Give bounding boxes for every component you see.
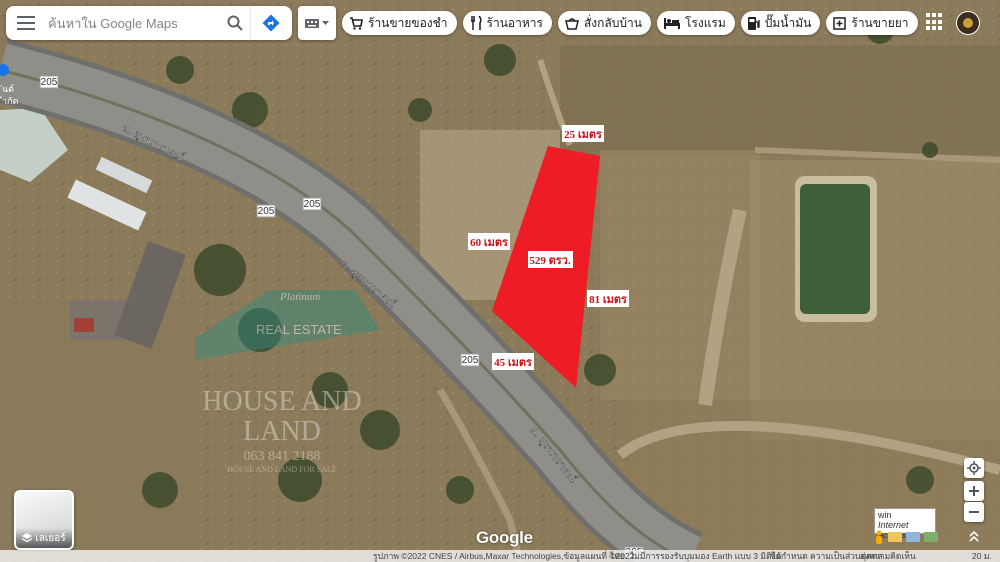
attribution-bar: รูปภาพ ©2022 CNES / Airbus,Maxar Technol… xyxy=(0,550,1000,562)
category-chips: ร้านขายของชำ ร้านอาหาร สั่งกลับบ้าน โรงแ… xyxy=(342,11,918,35)
zoom-out-button[interactable] xyxy=(964,502,984,522)
plot-bottom-side-label: 45 เมตร xyxy=(494,357,532,369)
earth-notice: ไม่มีการรองรับบุมมอง Earth แบบ 3 มิติได้ xyxy=(630,551,782,561)
search-box xyxy=(6,6,292,40)
country-label[interactable]: ไทย xyxy=(610,550,625,562)
place-label: ันต์ xyxy=(0,83,14,94)
chevron-down-icon xyxy=(322,20,329,25)
place-label: ำกัด xyxy=(0,96,19,106)
menu-icon[interactable] xyxy=(6,6,46,40)
chip-label: สั่งกลับบ้าน xyxy=(583,15,642,30)
bed-icon xyxy=(663,17,680,29)
chip-gas[interactable]: ปั๊มน้ำมัน xyxy=(740,11,821,35)
chip-restaurant[interactable]: ร้านอาหาร xyxy=(462,11,552,35)
scale-label: 20 ม. xyxy=(972,551,992,561)
my-location-button[interactable] xyxy=(964,458,984,478)
system-tray xyxy=(874,528,958,546)
photo-icon[interactable] xyxy=(924,532,938,542)
chip-pharmacy[interactable]: ร้านขายยา xyxy=(826,11,918,35)
plot-top-side-label: 25 เมตร xyxy=(564,129,602,141)
road-number: 205 xyxy=(41,77,58,88)
chip-hotel[interactable]: โรงแรม xyxy=(656,11,735,35)
tooltip-line1: win xyxy=(878,510,892,520)
layers-icon xyxy=(22,533,33,543)
watermark-line2: LAND xyxy=(243,416,321,447)
plot-right-side-label: 81 เมตร xyxy=(589,294,627,306)
plot-area-label: 529 ตรว. xyxy=(529,255,570,267)
terms-link[interactable]: ข้อกำหนด xyxy=(770,550,808,562)
minus-icon xyxy=(969,511,979,513)
apps-grid-icon[interactable] xyxy=(926,13,944,31)
takeout-icon xyxy=(564,17,579,30)
satellite-map[interactable]: 205 205 205 205 205 ถ. สุรนารายณ์ ถ. สุร… xyxy=(0,0,1000,562)
pegman-icon[interactable] xyxy=(874,530,884,544)
chip-takeout[interactable]: สั่งกลับบ้าน xyxy=(557,11,651,35)
google-logo: Google xyxy=(476,528,533,547)
monitor-icon[interactable] xyxy=(906,532,920,542)
expand-up-icon[interactable] xyxy=(966,528,982,544)
plus-icon xyxy=(969,486,979,496)
watermark-sub: REAL ESTATE xyxy=(256,322,342,337)
imagery-attribution: รูปภาพ ©2022 CNES / Airbus,Maxar Technol… xyxy=(373,551,635,561)
plot-left-side-label: 60 เมตร xyxy=(470,237,508,249)
utensils-icon xyxy=(470,16,482,30)
chip-label: ร้านขายของชำ xyxy=(368,15,448,30)
watermark-line1: HOUSE AND xyxy=(202,386,361,417)
chip-label: ร้านขายยา xyxy=(851,15,909,30)
watermark-phone: 063 841 2188 xyxy=(244,449,321,464)
feedback-link[interactable]: ส่งความคิดเห็น xyxy=(860,550,916,562)
road-number: 205 xyxy=(258,206,275,217)
search-icon[interactable] xyxy=(220,6,250,40)
layers-label: เลเยอร์ xyxy=(35,532,66,544)
keyboard-icon xyxy=(305,18,319,28)
gas-icon xyxy=(747,17,760,30)
input-tools-button[interactable] xyxy=(298,6,336,40)
crosshair-icon xyxy=(967,461,981,475)
chip-label: ร้านอาหาร xyxy=(486,15,543,30)
road-number: 205 xyxy=(462,355,479,366)
directions-icon[interactable] xyxy=(250,6,291,40)
layers-button[interactable]: เลเยอร์ xyxy=(14,490,74,550)
pharmacy-icon xyxy=(833,16,847,30)
road-number: 205 xyxy=(304,199,321,210)
chip-label: โรงแรม xyxy=(684,15,726,30)
search-input[interactable] xyxy=(46,14,220,32)
network-icon[interactable] xyxy=(888,532,902,542)
chip-label: ปั๊มน้ำมัน xyxy=(764,15,812,30)
cart-icon xyxy=(350,16,363,30)
zoom-in-button[interactable] xyxy=(964,481,984,501)
watermark-tagline: HOUSE AND LAND FOR SALE xyxy=(227,465,336,474)
chip-grocery[interactable]: ร้านขายของชำ xyxy=(342,11,457,35)
watermark-title: Platinum xyxy=(279,291,320,303)
account-avatar[interactable] xyxy=(956,11,980,35)
